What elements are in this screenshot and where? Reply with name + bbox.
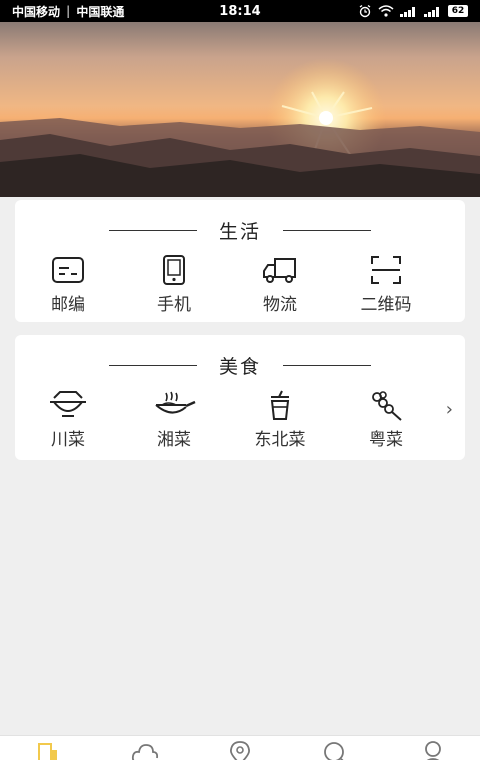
hotpot-icon (46, 389, 90, 421)
carrier-separator: | (66, 4, 71, 18)
tab-profile[interactable] (418, 740, 448, 760)
life-item-label: 二维码 (360, 295, 412, 315)
food-section-card: 美食 川菜 湘菜 东北菜 粤菜 › (15, 335, 465, 460)
divider-right (283, 229, 371, 231)
drink-cup-icon (258, 389, 302, 421)
life-item-postcode[interactable]: 邮编 (23, 254, 113, 315)
food-item-dongbei[interactable]: 东北菜 (235, 389, 325, 450)
alarm-icon (359, 4, 371, 18)
life-item-label: 手机 (157, 295, 191, 315)
carrier-1: 中国移动 (12, 4, 61, 19)
weather-icon (131, 744, 159, 760)
status-indicators: 62 (358, 4, 468, 18)
tab-home[interactable] (33, 740, 63, 760)
home-icon (38, 743, 57, 760)
food-item-label: 粤菜 (369, 430, 403, 450)
battery-icon: 62 (448, 5, 468, 17)
life-item-label: 物流 (263, 295, 297, 315)
wifi-icon (378, 5, 394, 17)
user-icon (425, 741, 441, 760)
life-item-phone[interactable]: 手机 (129, 254, 219, 315)
life-section-title: 生活 (218, 220, 261, 243)
truck-icon (258, 254, 302, 286)
food-section-header: 美食 (15, 353, 465, 378)
life-section-card: 生活 邮编 手机 物流 二维码 (15, 200, 465, 322)
divider-left (108, 229, 197, 231)
qrcode-scan-icon (364, 254, 408, 286)
food-section-title: 美食 (218, 355, 261, 378)
food-item-sichuan[interactable]: 川菜 (23, 389, 113, 450)
food-item-hunan[interactable]: 湘菜 (129, 389, 219, 450)
food-item-label: 东北菜 (254, 430, 306, 450)
banner-image (0, 22, 480, 197)
signal-icon-1 (400, 6, 415, 17)
food-item-label: 湘菜 (157, 430, 191, 450)
postcode-icon (46, 254, 90, 286)
life-items: 邮编 手机 物流 二维码 (15, 254, 465, 315)
life-item-qrcode[interactable]: 二维码 (341, 254, 431, 315)
search-icon (324, 742, 344, 760)
life-item-logistics[interactable]: 物流 (235, 254, 325, 315)
bottom-tab-bar (0, 735, 480, 760)
status-time: 18:14 (219, 3, 261, 19)
tab-location[interactable] (225, 740, 255, 760)
signal-icon-2 (424, 6, 439, 17)
divider-left (108, 364, 197, 366)
food-item-label: 川菜 (51, 430, 85, 450)
life-item-label: 邮编 (51, 295, 85, 315)
food-items: 川菜 湘菜 东北菜 粤菜 (15, 389, 465, 450)
life-section-header: 生活 (15, 218, 465, 243)
carrier-2: 中国联通 (76, 4, 125, 19)
tab-weather[interactable] (130, 740, 160, 760)
phone-icon (152, 254, 196, 286)
status-carriers: 中国移动 | 中国联通 (12, 3, 124, 20)
food-item-cantonese[interactable]: 粤菜 (341, 389, 431, 450)
location-icon (230, 741, 250, 760)
skewer-icon (364, 389, 408, 421)
chevron-right-icon[interactable]: › (446, 399, 453, 420)
tab-search[interactable] (320, 740, 350, 760)
status-bar: 中国移动 | 中国联通 18:14 62 (0, 0, 480, 22)
divider-right (283, 364, 371, 366)
wok-icon (152, 389, 196, 421)
